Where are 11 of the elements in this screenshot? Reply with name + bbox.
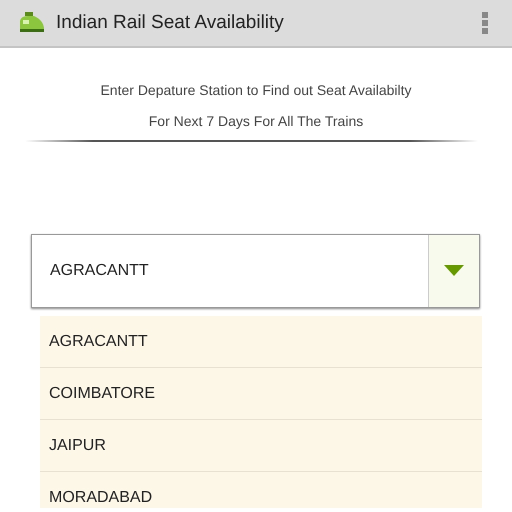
instruction-text: Enter Depature Station to Find out Seat Availabilty bbox=[99, 81, 413, 100]
caret-icon bbox=[444, 265, 464, 277]
station-option[interactable]: MORADABAD bbox=[40, 472, 482, 508]
station-dropdown[interactable]: AGRACANTT bbox=[31, 234, 480, 308]
overflow-menu-icon[interactable] bbox=[482, 12, 488, 34]
station-option[interactable]: COIMBATORE bbox=[40, 368, 482, 420]
dropdown-button[interactable] bbox=[428, 235, 479, 307]
station-option[interactable]: AGRACANTT bbox=[40, 316, 482, 368]
station-option[interactable]: JAIPUR bbox=[40, 420, 482, 472]
instruction-text: For Next 7 Days For All The Trains bbox=[148, 112, 364, 131]
app-title: Indian Rail Seat Availability bbox=[56, 12, 285, 34]
